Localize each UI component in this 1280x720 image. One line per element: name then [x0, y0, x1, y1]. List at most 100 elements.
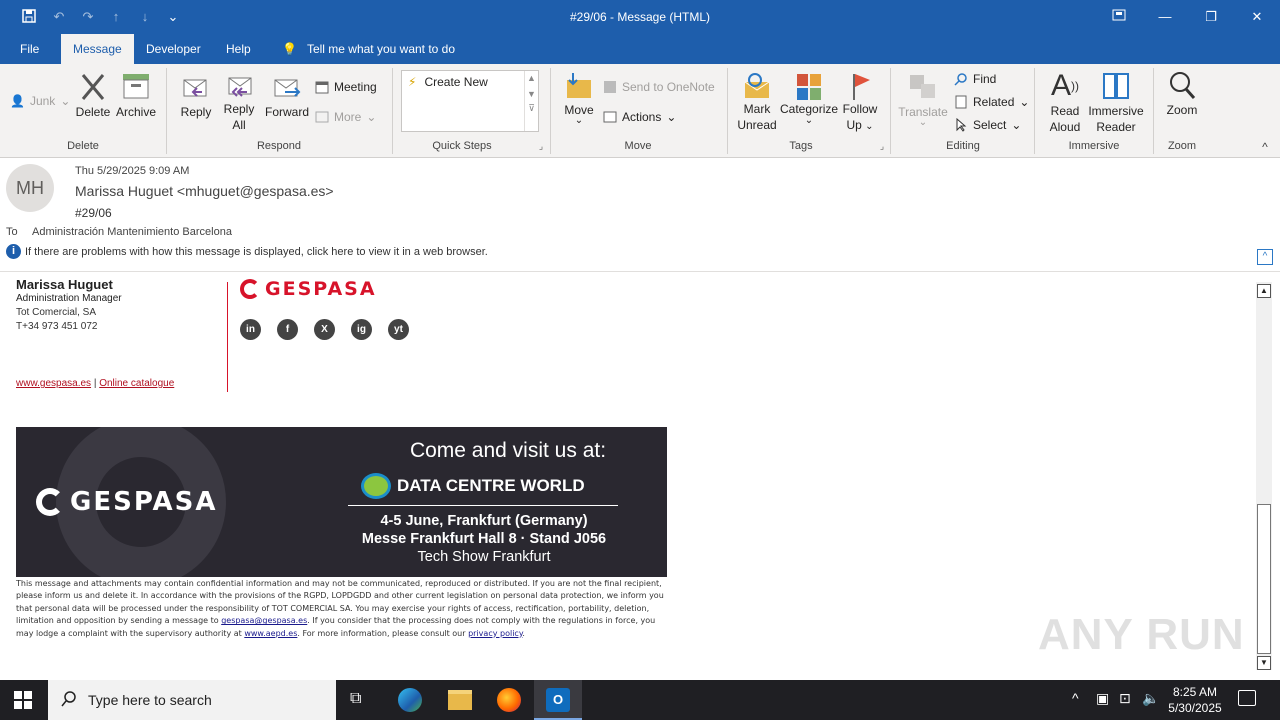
categorize-icon [793, 72, 825, 102]
ribbon-display-icon[interactable] [1110, 8, 1128, 26]
tab-message[interactable]: Message [61, 34, 134, 64]
search-icon [954, 72, 968, 86]
quick-steps-gallery[interactable]: ⚡ Create New ▲ ▼ ⊽ [401, 70, 539, 132]
dialog-launcher-icon[interactable]: ⌟ [876, 140, 888, 152]
actions-button[interactable]: Actions ⌄ [603, 110, 676, 124]
archive-icon [120, 72, 152, 102]
cursor-icon [954, 117, 968, 132]
divider [392, 68, 393, 154]
window-title: #29/06 - Message (HTML) [569, 10, 711, 24]
signature-name: Marissa Huguet [16, 277, 113, 292]
divider [890, 68, 891, 154]
quick-step-create-new[interactable]: ⚡ Create New [408, 75, 488, 89]
banner-venue: Messe Frankfurt Hall 8 · Stand J056 [361, 531, 607, 547]
categorize-button[interactable]: Categorize ⌄ [780, 72, 838, 126]
firefox-icon[interactable] [497, 688, 521, 712]
notification-center-icon[interactable] [1238, 690, 1256, 706]
reply-icon [180, 72, 212, 102]
gespasa-logo-text: GESPASA [265, 278, 377, 300]
expand-header-icon[interactable]: ^ [1257, 249, 1273, 265]
taskbar-search[interactable]: Type here to search [48, 680, 336, 720]
collapse-ribbon-icon[interactable]: ^ [1258, 140, 1272, 154]
outlook-taskbar-button[interactable]: O [534, 680, 582, 720]
volume-icon[interactable]: 🔈 [1142, 690, 1159, 707]
sender[interactable]: Marissa Huguet <mhuguet@gespasa.es> [75, 183, 334, 199]
info-icon: i [6, 244, 21, 259]
ribbon: 👤 Junk ⌄ Delete Archive Delete Reply Reply… [0, 64, 1280, 158]
related-button[interactable]: Related ⌄ [954, 95, 1029, 109]
windows-start-icon[interactable] [14, 691, 32, 712]
delete-button[interactable]: Delete [74, 72, 112, 119]
archive-button[interactable]: Archive [115, 72, 157, 119]
move-button[interactable]: Move ⌄ [560, 70, 598, 126]
immersive-label-1: Immersive [1088, 104, 1144, 118]
actions-label: Actions [622, 110, 662, 124]
delete-icon [77, 72, 109, 102]
group-label-zoom: Zoom [1167, 140, 1197, 152]
message-scrollbar[interactable]: ▲ ▼ [1256, 282, 1272, 670]
tab-developer[interactable]: Developer [136, 34, 211, 64]
follow-up-button[interactable]: Follow Up ⌄ [840, 72, 880, 135]
immersive-reader-button[interactable]: Immersive Reader [1086, 70, 1146, 135]
reply-button[interactable]: Reply [178, 72, 214, 119]
x-icon[interactable]: X [314, 319, 335, 340]
scroll-down-icon[interactable]: ▼ [1257, 656, 1271, 670]
clock-date: 5/30/2025 [1168, 701, 1222, 715]
zoom-icon [1166, 70, 1198, 100]
instagram-icon[interactable]: ig [351, 319, 372, 340]
select-button[interactable]: Select ⌄ [954, 117, 1021, 132]
gallery-scroll[interactable]: ▲ ▼ ⊽ [524, 71, 538, 131]
signature-divider [227, 282, 228, 392]
immersive-reader-icon [1100, 70, 1132, 100]
forward-button[interactable]: Forward [264, 72, 310, 119]
tab-help[interactable]: Help [216, 34, 261, 64]
tell-me-box[interactable]: 💡 Tell me what you want to do [272, 34, 465, 64]
read-aloud-button[interactable]: A)) Read Aloud [1043, 70, 1087, 135]
chevron-up-icon[interactable]: ^ [1072, 690, 1079, 706]
junk-icon: 👤 [10, 94, 25, 108]
reply-all-label-1: Reply [223, 102, 255, 116]
read-label-2: Aloud [1049, 120, 1081, 134]
zoom-button[interactable]: Zoom [1162, 70, 1202, 117]
edge-icon[interactable] [398, 688, 422, 712]
info-bar-text: If there are problems with how this mess… [25, 245, 488, 258]
group-label-delete: Delete [67, 140, 99, 152]
scroll-thumb[interactable] [1257, 504, 1271, 654]
website-link[interactable]: www.gespasa.es [16, 378, 91, 389]
scroll-up-icon[interactable]: ▲ [1257, 284, 1271, 298]
avatar[interactable]: MH [6, 164, 54, 212]
privacy-policy-link[interactable]: privacy policy [468, 629, 522, 638]
file-explorer-icon[interactable] [448, 690, 472, 710]
facebook-icon[interactable]: f [277, 319, 298, 340]
restore-icon[interactable]: ❐ [1202, 8, 1220, 26]
legal-email-link[interactable]: gespasa@gespasa.es [221, 616, 307, 625]
clock[interactable]: 8:25 AM 5/30/2025 [1162, 684, 1228, 716]
mark-unread-button[interactable]: Mark Unread [735, 72, 779, 133]
linkedin-icon[interactable]: in [240, 319, 261, 340]
network-icon[interactable]: ⊡ [1119, 690, 1131, 707]
catalogue-link[interactable]: Online catalogue [99, 378, 174, 389]
meeting-button[interactable]: Meeting [315, 80, 377, 94]
info-bar[interactable]: i If there are problems with how this me… [6, 244, 488, 259]
tab-file[interactable]: File [10, 34, 49, 64]
legal-notice: This message and attachments may contain… [16, 578, 666, 640]
minimize-icon[interactable]: — [1156, 8, 1174, 26]
junk-button[interactable]: 👤 Junk ⌄ [10, 94, 70, 108]
reply-label: Reply [180, 105, 212, 119]
reply-all-button[interactable]: Reply All [221, 72, 257, 133]
recipient[interactable]: Administración Mantenimiento Barcelona [32, 226, 232, 238]
task-view-icon[interactable]: ⧉ [350, 690, 361, 708]
translate-button[interactable]: Translate ⌄ [898, 72, 948, 128]
more-button[interactable]: More ⌄ [315, 110, 376, 124]
aepd-link[interactable]: www.aepd.es [244, 629, 297, 638]
move-icon [563, 70, 595, 100]
close-icon[interactable]: ✕ [1248, 8, 1266, 26]
follow-label-2-row: Up ⌄ [840, 117, 880, 135]
meet-now-icon[interactable]: ▣ [1096, 690, 1109, 707]
find-button[interactable]: Find [954, 72, 996, 86]
event-banner[interactable]: GESPASA Come and visit us at: DATA CENTR… [16, 427, 667, 577]
dialog-launcher-icon[interactable]: ⌟ [535, 140, 547, 152]
youtube-icon[interactable]: yt [388, 319, 409, 340]
create-new-label: Create New [424, 75, 488, 89]
send-to-onenote-button[interactable]: Send to OneNote [603, 80, 715, 94]
